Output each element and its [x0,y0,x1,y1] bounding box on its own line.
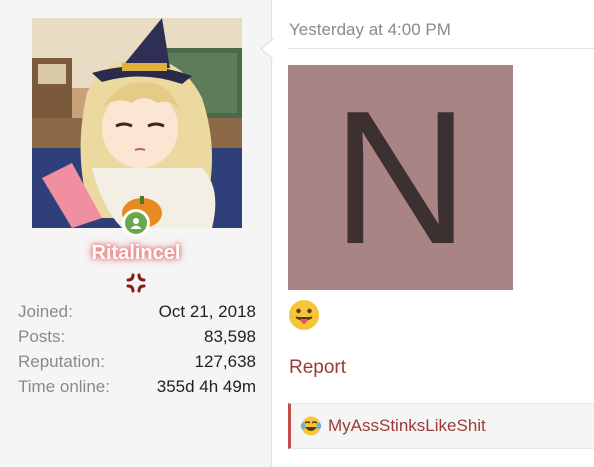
stat-value: 127,638 [194,352,256,371]
online-person-icon [125,212,147,234]
stat-posts: Posts: 83,598 [18,324,256,349]
reactions-bar[interactable]: MyAssStinksLikeShit [288,403,594,449]
user-panel: Ritalincel Joined: Oct 21, 2018 Posts: 8… [0,0,272,467]
stat-label: Reputation: [18,352,105,371]
avatar-image [32,18,242,228]
stat-label: Time online: [18,377,110,396]
post-image[interactable]: N [288,65,513,290]
avatar[interactable] [32,18,242,228]
reaction-user-link[interactable]: MyAssStinksLikeShit [328,416,486,436]
stat-value: Oct 21, 2018 [158,302,256,321]
stat-label: Joined: [18,302,73,321]
username-link[interactable]: Ritalincel [0,242,272,265]
message-content: Yesterday at 4:00 PM N Report MyAssStink… [273,0,594,467]
header-divider [288,48,594,49]
stat-value: 355d 4h 49m [156,377,256,396]
report-link[interactable]: Report [289,357,346,379]
stat-value: 83,598 [204,327,256,346]
tongue-out-emoji-icon [287,298,321,332]
stat-label: Posts: [18,327,66,346]
angry-vein-icon [125,272,147,294]
online-status-badge [122,209,150,237]
laughing-tears-emoji-icon [300,415,322,437]
stat-reputation: Reputation: 127,638 [18,349,256,374]
user-stats: Joined: Oct 21, 2018 Posts: 83,598 Reput… [18,299,256,399]
stat-time-online: Time online: 355d 4h 49m [18,374,256,399]
message-arrow [260,38,274,60]
stat-joined: Joined: Oct 21, 2018 [18,299,256,324]
post-timestamp[interactable]: Yesterday at 4:00 PM [289,20,451,40]
image-letter: N [331,71,470,284]
message-post: Ritalincel Joined: Oct 21, 2018 Posts: 8… [0,0,594,467]
